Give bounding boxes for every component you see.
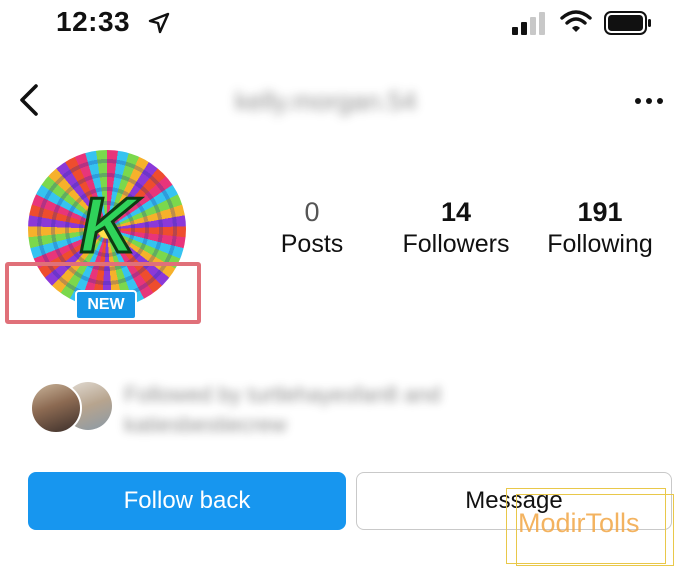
watermark: ModirTolls <box>518 508 640 538</box>
following-count: 191 <box>577 197 623 227</box>
stat-followers[interactable]: 14 Followers <box>386 195 526 259</box>
more-options-icon[interactable] <box>634 96 664 106</box>
wifi-icon <box>560 10 592 32</box>
stat-posts[interactable]: 0 Posts <box>242 195 382 259</box>
battery-icon <box>604 11 651 35</box>
follow-back-button[interactable]: Follow back <box>28 472 346 530</box>
posts-count: 0 <box>304 197 320 227</box>
location-arrow-icon <box>148 12 170 34</box>
followed-by-text[interactable]: Followed by turtlehayesfan8 and katiesbe… <box>124 380 524 440</box>
status-time: 12:33 <box>56 6 131 37</box>
followers-count: 14 <box>440 197 472 227</box>
stat-following[interactable]: 191 Following <box>530 195 670 259</box>
posts-label: Posts <box>280 230 344 258</box>
mutual-follower-avatar[interactable] <box>30 382 82 434</box>
cellular-signal-icon <box>512 12 545 35</box>
followers-label: Followers <box>402 230 510 258</box>
following-label: Following <box>547 230 653 258</box>
avatar-letter: K <box>78 180 137 271</box>
profile-username: kelly.morgan.54 <box>235 86 417 116</box>
back-button[interactable] <box>12 82 48 118</box>
new-badge: NEW <box>75 290 137 320</box>
